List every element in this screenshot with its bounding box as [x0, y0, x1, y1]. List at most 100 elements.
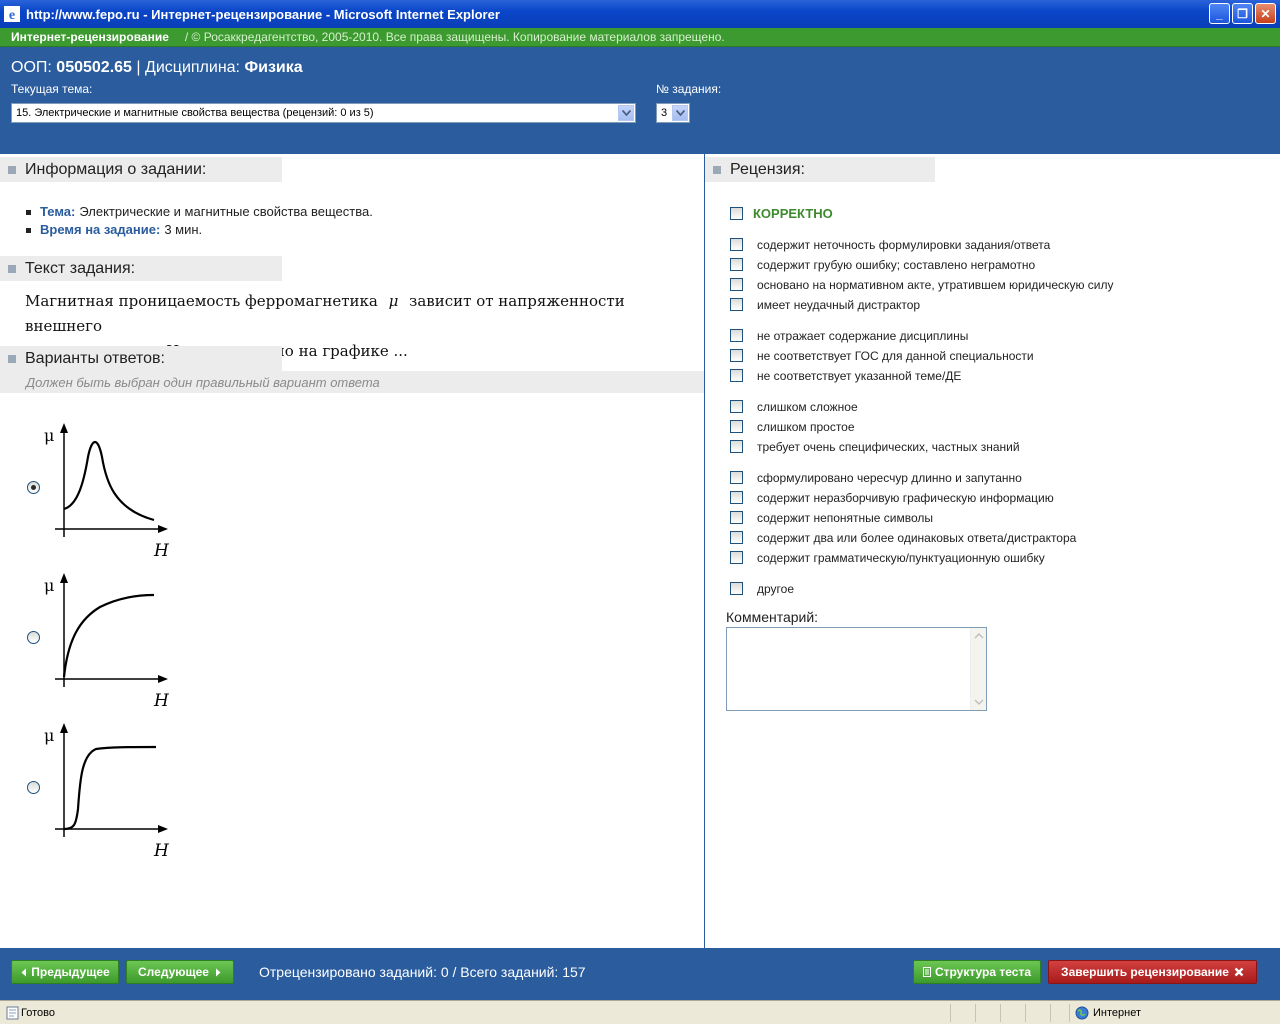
review-option-label: основано на нормативном акте, утратившем…	[757, 278, 1114, 292]
previous-button[interactable]: Предыдущее	[11, 960, 119, 984]
square-bullet-icon	[8, 165, 16, 174]
test-structure-button[interactable]: Структура теста	[913, 960, 1041, 984]
answers-section-title: Варианты ответов:	[25, 349, 165, 367]
square-bullet-icon	[8, 354, 16, 363]
review-checkbox[interactable]	[730, 582, 743, 595]
review-checkbox[interactable]	[730, 551, 743, 564]
review-option-label: требует очень специфических, частных зна…	[757, 440, 1020, 454]
maximize-button[interactable]: ❐	[1232, 3, 1253, 24]
review-checkbox[interactable]	[730, 400, 743, 413]
review-section-title: Рецензия:	[730, 160, 805, 178]
time-value: 3 мин.	[164, 222, 203, 237]
browser-status-bar: Готово Интернет	[0, 1000, 1280, 1024]
ie-icon: e	[4, 6, 20, 22]
answers-section-header: Варианты ответов:	[0, 346, 282, 371]
discipline-label: Дисциплина:	[145, 59, 240, 76]
status-cell	[975, 1004, 976, 1022]
window-title-bar: e http://www.fepo.ru - Интернет-рецензир…	[0, 0, 1280, 28]
review-checkbox[interactable]	[730, 369, 743, 382]
globe-icon	[1075, 1006, 1089, 1020]
review-option-label: имеет неудачный дистрактор	[757, 298, 921, 312]
review-checkbox[interactable]	[730, 440, 743, 453]
next-button[interactable]: Следующее	[126, 960, 234, 984]
browser-window: e http://www.fepo.ru - Интернет-рецензир…	[0, 0, 1280, 1024]
page-header: ООП: 050502.65 | Дисциплина: Физика Теку…	[0, 47, 1280, 154]
comment-textarea[interactable]	[726, 627, 987, 711]
status-cell	[1025, 1004, 1026, 1022]
review-checkbox[interactable]	[730, 531, 743, 544]
h-axis-label: H	[153, 541, 170, 559]
page-icon	[6, 1006, 19, 1020]
topic-value: Электрические и магнитные свойства вещес…	[79, 204, 373, 219]
review-checkbox[interactable]	[730, 511, 743, 524]
review-option-label: не соответствует ГОС для данной специаль…	[757, 349, 1034, 363]
review-checkbox[interactable]	[730, 491, 743, 504]
review-checkbox[interactable]	[730, 298, 743, 311]
header-separator: |	[136, 59, 141, 76]
finish-review-button[interactable]: Завершить рецензирование	[1048, 960, 1257, 984]
site-brand: Интернет-рецензирование	[11, 30, 169, 44]
review-checkbox[interactable]	[730, 258, 743, 271]
review-section-header: Рецензия:	[705, 157, 935, 182]
test-structure-label: Структура теста	[934, 965, 1032, 979]
topic-select[interactable]: 15. Электрические и магнитные свойства в…	[11, 103, 636, 123]
mu-axis-label: μ	[44, 576, 54, 595]
previous-button-label: Предыдущее	[31, 965, 110, 979]
answer-radio-1[interactable]	[27, 481, 40, 494]
copyright-text: / © Росаккредагентство, 2005-2010. Все п…	[184, 30, 725, 44]
review-option-label: содержит неточность формулировки задания…	[757, 238, 1051, 252]
review-checkbox[interactable]	[730, 471, 743, 484]
review-option-label: содержит грубую ошибку; составлено негра…	[757, 258, 1036, 272]
topic-select-value: 15. Электрические и магнитные свойства в…	[16, 107, 374, 119]
answer-graph-2: μ H	[44, 573, 170, 709]
review-option-label: содержит неразборчивую графическую инфор…	[757, 491, 1054, 505]
review-option-label: не отражает содержание дисциплины	[757, 329, 969, 343]
status-cell	[1069, 1004, 1070, 1022]
task-mu-symbol: μ	[388, 292, 399, 310]
task-section-header: Текст задания:	[0, 256, 282, 281]
review-option-label: слишком сложное	[757, 400, 858, 414]
review-checkbox[interactable]	[730, 278, 743, 291]
correct-checkbox[interactable]	[730, 207, 743, 220]
topic-select-label: Текущая тема:	[11, 82, 93, 96]
square-bullet-icon	[8, 264, 16, 273]
review-checkbox[interactable]	[730, 329, 743, 342]
status-cell	[950, 1004, 951, 1022]
task-panel: Информация о задании: Тема: Электрические…	[0, 154, 704, 948]
answer-graph-1: μ H	[44, 423, 170, 559]
task-section-title: Текст задания:	[25, 259, 136, 277]
answers-instruction: Должен быть выбран один правильный вариа…	[0, 371, 704, 393]
task-number-value: 3	[661, 107, 668, 119]
review-checkbox[interactable]	[730, 420, 743, 433]
task-number-select[interactable]: 3	[656, 103, 690, 123]
review-checkbox[interactable]	[730, 349, 743, 362]
window-title: http://www.fepo.ru - Интернет-рецензиров…	[26, 6, 500, 22]
close-window-button[interactable]: ✕	[1255, 3, 1276, 24]
site-top-strip: Интернет-рецензирование / © Росаккредаге…	[0, 28, 1280, 47]
review-option-label: содержит грамматическую/пунктуационную о…	[757, 551, 1045, 565]
status-text: Готово	[21, 1007, 55, 1019]
minimize-button[interactable]: _	[1209, 3, 1230, 24]
discipline-value: Физика	[244, 59, 303, 76]
answer-radio-3[interactable]	[27, 781, 40, 794]
review-option-label: сформулировано чересчур длинно и запутан…	[757, 471, 1022, 485]
next-button-label: Следующее	[138, 965, 209, 979]
answer-radio-2[interactable]	[27, 631, 40, 644]
oop-label: ООП:	[11, 59, 52, 76]
review-checkbox[interactable]	[730, 238, 743, 251]
review-option-label: не соответствует указанной теме/ДЕ	[757, 369, 962, 383]
answer-graph-3: μ H	[44, 723, 170, 859]
oop-line: ООП: 050502.65 | Дисциплина: Физика	[11, 59, 303, 77]
finish-review-label: Завершить рецензирование	[1061, 965, 1229, 979]
review-counter: Отрецензировано заданий: 0 / Всего задан…	[259, 964, 586, 980]
status-cell	[1000, 1004, 1001, 1022]
task-info: Тема: Электрические и магнитные свойства …	[26, 203, 373, 239]
status-cell	[1050, 1004, 1051, 1022]
svg-text:e: e	[9, 8, 15, 22]
topic-key: Тема:	[40, 204, 76, 219]
oop-value: 050502.65	[56, 59, 132, 76]
correct-label: КОРРЕКТНО	[753, 206, 833, 221]
arrow-left-icon	[21, 968, 27, 976]
comment-scrollbar[interactable]	[970, 628, 986, 710]
info-section-header: Информация о задании:	[0, 157, 282, 182]
